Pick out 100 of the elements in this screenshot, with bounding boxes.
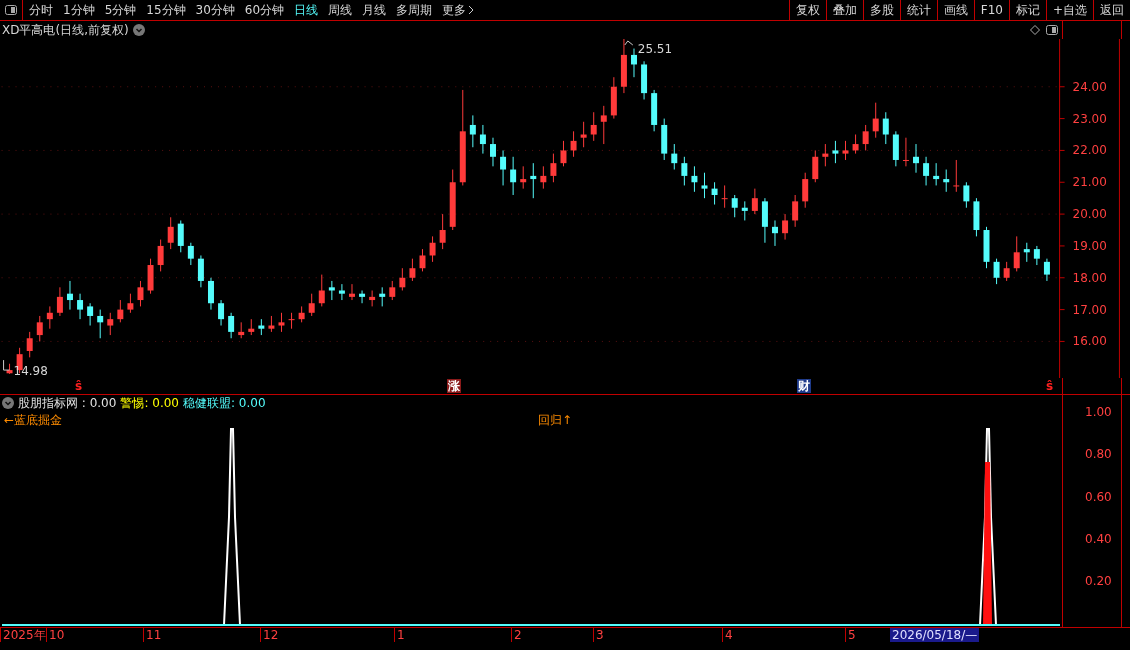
toolbar-button[interactable]: 多股	[862, 0, 900, 20]
period-tab[interactable]: 15分钟	[146, 1, 186, 19]
candle	[550, 153, 557, 183]
toolbar-button[interactable]: 返回	[1093, 0, 1130, 20]
candle	[570, 130, 577, 158]
dropdown-icon[interactable]	[2, 397, 14, 409]
toolbar-button[interactable]: 画线	[936, 0, 974, 20]
candle	[1013, 235, 1020, 272]
toolbar-button[interactable]: 复权	[788, 0, 826, 20]
candle	[177, 219, 184, 253]
panel-toggle-icon[interactable]	[1046, 25, 1058, 35]
period-tab[interactable]: 5分钟	[104, 1, 137, 19]
candle	[902, 137, 909, 167]
low-price-label: 14.98	[13, 364, 48, 379]
candle	[993, 258, 1000, 285]
candle	[359, 290, 366, 304]
price-axis-label: 23.00	[1072, 111, 1107, 126]
price-axis-label: 17.00	[1072, 302, 1107, 317]
candle	[1003, 261, 1010, 282]
candle	[983, 226, 990, 269]
toolbar-button[interactable]: 标记	[1008, 0, 1046, 20]
period-tab[interactable]: 周线	[328, 1, 353, 19]
candle	[167, 216, 174, 250]
candle	[852, 134, 859, 155]
candle	[87, 302, 94, 326]
candle	[510, 156, 517, 196]
price-axis-label: 20.00	[1072, 207, 1107, 222]
leader-line	[624, 40, 634, 46]
period-tab[interactable]: 1分钟	[63, 1, 95, 19]
candle	[46, 305, 53, 330]
price-axis-label: 18.00	[1072, 270, 1107, 285]
time-axis-label: 4	[722, 628, 845, 642]
price-axis-label: 19.00	[1072, 238, 1107, 253]
candle	[56, 286, 63, 317]
candle	[741, 200, 748, 221]
period-tab[interactable]: 分时	[29, 1, 53, 19]
toolbar-button[interactable]: 叠加	[825, 0, 863, 20]
candle	[127, 293, 134, 314]
candle	[26, 331, 33, 358]
price-axis-label: 16.00	[1072, 334, 1107, 349]
candle	[812, 149, 819, 183]
candle	[379, 286, 386, 307]
candle	[1043, 258, 1050, 282]
candle	[328, 280, 335, 301]
candle	[782, 213, 789, 241]
candle	[449, 169, 456, 231]
candle	[157, 239, 164, 272]
candle	[681, 156, 688, 186]
chart-annotation: 回归↑	[538, 412, 573, 429]
candle	[469, 114, 476, 148]
candle	[540, 165, 547, 190]
candle	[691, 165, 698, 193]
toolbar-button[interactable]: F10	[973, 0, 1009, 20]
candle	[671, 143, 678, 171]
candle	[560, 140, 567, 167]
leader-line	[3, 359, 11, 371]
diamond-icon[interactable]	[1030, 25, 1040, 35]
candle	[479, 124, 486, 155]
candle	[822, 143, 829, 167]
period-tab[interactable]: 月线	[362, 1, 387, 19]
candle	[731, 194, 738, 218]
period-tab[interactable]: 日线	[294, 1, 319, 19]
time-axis-label: 10	[46, 628, 143, 642]
candle	[409, 258, 416, 282]
candle	[500, 149, 507, 186]
period-tab[interactable]: 更多	[442, 1, 475, 19]
candle	[882, 111, 889, 145]
candle	[429, 235, 436, 263]
panel-toggle-icon	[5, 5, 17, 15]
period-tab[interactable]: 60分钟	[244, 1, 285, 19]
candle	[389, 280, 396, 301]
candle	[953, 159, 960, 193]
candle	[6, 363, 13, 375]
candle	[228, 312, 235, 339]
candle	[943, 169, 950, 193]
price-axis-label: 24.00	[1072, 79, 1107, 94]
candle	[197, 255, 204, 288]
candle	[268, 315, 275, 333]
period-tab[interactable]: 30分钟	[195, 1, 235, 19]
chevron-right-icon	[468, 5, 475, 15]
candle	[107, 312, 114, 336]
candle	[631, 48, 637, 78]
candle	[923, 156, 930, 186]
candle	[67, 280, 73, 311]
candle	[117, 299, 124, 323]
candle	[77, 293, 84, 320]
indicator-readout: 稳健联盟: 0.00	[182, 395, 266, 412]
candle	[248, 318, 255, 336]
candle	[842, 140, 849, 161]
candle	[1023, 242, 1030, 263]
candle	[761, 197, 768, 244]
candle	[832, 140, 839, 164]
signal-marker: ŝ	[1045, 379, 1055, 394]
candle	[661, 118, 668, 161]
toolbar-button[interactable]: +自选	[1045, 0, 1093, 20]
candle	[218, 299, 225, 326]
toolbar-button[interactable]: 统计	[899, 0, 937, 20]
dropdown-icon[interactable]	[132, 24, 145, 36]
period-tab[interactable]: 多周期	[396, 1, 433, 19]
value-axis-label: 1.00	[1085, 405, 1112, 419]
